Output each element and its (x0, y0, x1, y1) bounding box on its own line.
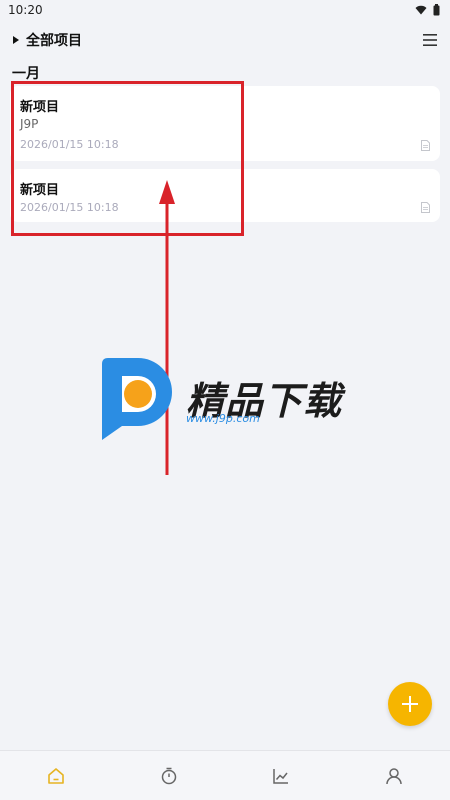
project-title: 新项目 (20, 100, 60, 115)
project-card[interactable]: 新项目 2026/01/15 10:18 (10, 169, 440, 222)
status-time: 10:20 (8, 3, 43, 17)
nav-stats[interactable] (261, 756, 301, 796)
bottom-nav (0, 750, 450, 800)
nav-profile[interactable] (374, 756, 414, 796)
wifi-icon (415, 5, 427, 15)
home-icon (48, 767, 65, 784)
battery-icon (433, 4, 440, 16)
project-subtitle: J9P (20, 117, 39, 131)
page-title: 全部项目 (26, 33, 82, 49)
nav-home[interactable] (36, 756, 76, 796)
app-header: 全部项目 (0, 28, 450, 52)
chart-icon (273, 768, 289, 784)
document-icon (421, 202, 430, 213)
status-bar: 10:20 (0, 0, 450, 20)
user-icon (386, 767, 402, 784)
menu-icon[interactable] (422, 33, 438, 47)
nav-timer[interactable] (149, 756, 189, 796)
project-datetime: 2026/01/15 10:18 (20, 138, 119, 151)
add-project-button[interactable] (388, 682, 432, 726)
project-datetime: 2026/01/15 10:18 (20, 201, 119, 214)
timer-icon (161, 767, 176, 784)
project-title: 新项目 (20, 183, 60, 198)
triangle-right-icon (13, 36, 19, 44)
month-group-label: 一月 (12, 66, 40, 82)
watermark-logo-icon (102, 358, 172, 440)
project-filter[interactable]: 全部项目 (12, 30, 82, 50)
project-card[interactable]: 新项目 J9P 2026/01/15 10:18 (10, 86, 440, 161)
plus-icon (402, 696, 418, 712)
watermark-url: www.j9p.com (186, 412, 260, 425)
document-icon (421, 140, 430, 151)
